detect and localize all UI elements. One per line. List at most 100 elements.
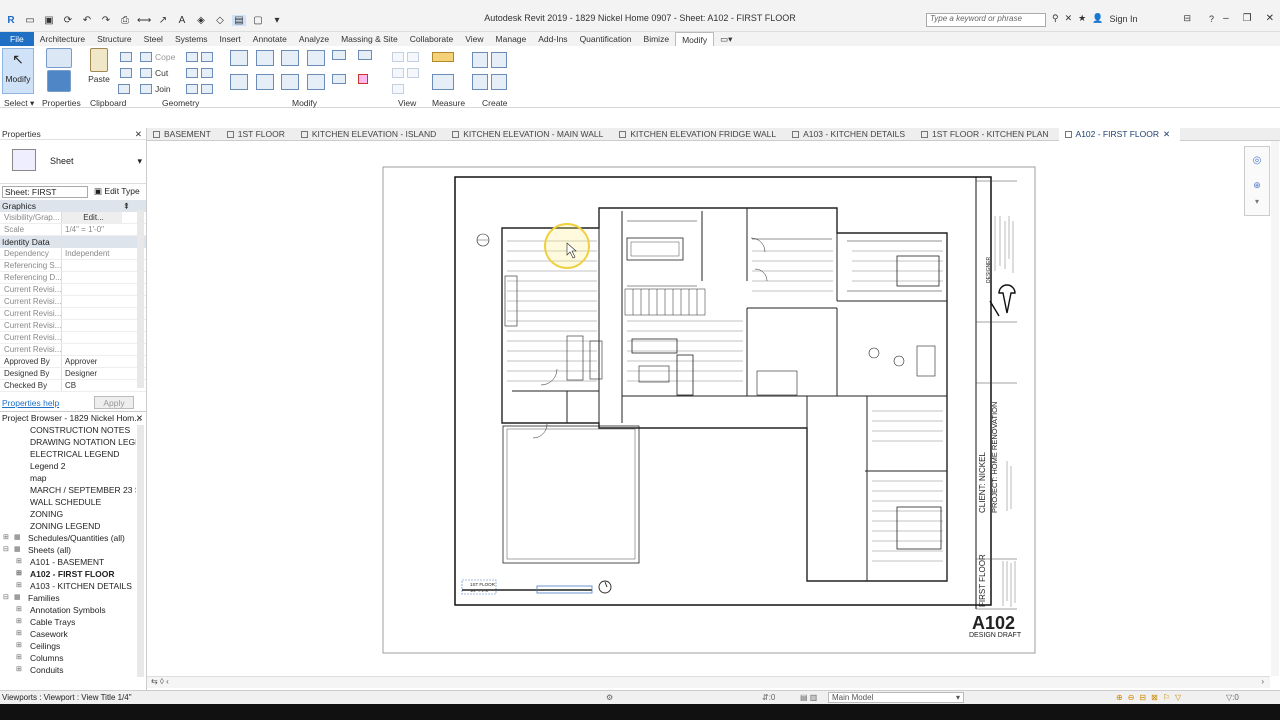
tab-systems[interactable]: Systems (169, 32, 214, 46)
property-row[interactable]: Current Revisi... (0, 320, 146, 332)
binoculars-icon[interactable]: ⚲ (1052, 13, 1059, 24)
type-dropdown-icon[interactable]: ▾ (137, 156, 142, 167)
expand-icon[interactable]: ⊞ (16, 652, 22, 664)
create-parts-icon[interactable] (472, 74, 507, 90)
tab-quantification[interactable]: Quantification (574, 32, 638, 46)
property-row[interactable]: Dependency Independent (0, 248, 146, 260)
browser-item[interactable]: ⊞ Conduits (0, 664, 136, 676)
close-browser-icon[interactable]: ✕ (136, 412, 143, 424)
view-tab[interactable]: A102 - FIRST FLOOR ✕ (1058, 127, 1181, 141)
align-icon[interactable] (230, 50, 248, 66)
browser-item[interactable]: ⊞ Ceilings (0, 640, 136, 652)
tab-collaborate[interactable]: Collaborate (404, 32, 459, 46)
modify-button[interactable]: ↖ Modify (2, 48, 34, 94)
browser-item[interactable]: ⊞ Cable Trays (0, 616, 136, 628)
scroll-right-icon[interactable]: › (1261, 677, 1264, 686)
sign-in-link[interactable]: Sign In (1109, 14, 1137, 24)
cut-button[interactable]: Cut (140, 68, 168, 78)
tab-bimize[interactable]: Bimize (638, 32, 676, 46)
select-dropdown[interactable]: Select ▾ (4, 98, 34, 109)
browser-item[interactable]: ⊞ A103 - KITCHEN DETAILS (0, 580, 136, 592)
tab-add-ins[interactable]: Add-Ins (532, 32, 573, 46)
paint-icon[interactable] (186, 84, 213, 94)
offset-icon[interactable] (255, 50, 274, 66)
filter-count-icon[interactable]: ⇵:0 (762, 691, 775, 705)
expand-icon[interactable]: ⊞ (16, 556, 22, 568)
tab-annotate[interactable]: Annotate (247, 32, 293, 46)
browser-item[interactable]: ⊞ Annotation Symbols (0, 604, 136, 616)
property-row[interactable]: Approved By Approver (0, 356, 146, 368)
browser-item[interactable]: ⊞ A101 - BASEMENT (0, 556, 136, 568)
rotate-icon[interactable] (281, 73, 299, 90)
expand-icon[interactable]: ⊞ (16, 664, 22, 676)
delete-icon[interactable] (357, 73, 368, 84)
property-row[interactable]: Current Revisi... (0, 308, 146, 320)
view-tab[interactable]: KITCHEN ELEVATION - ISLAND (295, 128, 446, 141)
worksharing-icon[interactable]: ⚙ (606, 691, 613, 705)
collapse-tree-icon[interactable]: ⊟ (3, 592, 9, 604)
property-row[interactable]: Current Revisi... (0, 296, 146, 308)
browser-item[interactable]: ⊞ ▦ Schedules/Quantities (all) (0, 532, 136, 544)
browser-scrollbar[interactable] (137, 425, 144, 677)
cart-icon[interactable]: ⊟ (1183, 13, 1191, 24)
view-control-icon[interactable]: ⇆ ◊ ‹ (151, 677, 169, 686)
property-row[interactable]: Referencing S... (0, 260, 146, 272)
view-tab[interactable]: 1ST FLOOR - KITCHEN PLAN (915, 128, 1059, 141)
graphics-section[interactable]: Graphics ⇞ (0, 200, 146, 212)
help-icon[interactable]: ? (1209, 14, 1214, 24)
steering-wheel-icon[interactable]: ◎ (1245, 155, 1269, 166)
viewport-title[interactable]: 1ST FLOOR (470, 582, 496, 587)
edit-visibility-button[interactable]: Edit... (62, 212, 122, 223)
browser-item[interactable]: map (0, 472, 136, 484)
create-assembly-icon[interactable] (472, 52, 507, 68)
browser-item[interactable]: WALL SCHEDULE (0, 496, 136, 508)
view-tab[interactable]: 1ST FLOOR (221, 128, 295, 141)
mirror-axis-icon[interactable] (281, 50, 299, 66)
property-row[interactable]: Checked By CB (0, 380, 146, 392)
properties-scrollbar[interactable] (137, 210, 144, 388)
collapse-tree-icon[interactable]: ⊟ (3, 544, 9, 556)
filter-icon[interactable]: ▽:0 (1226, 691, 1239, 705)
view-tab[interactable]: KITCHEN ELEVATION FRIDGE WALL (613, 128, 786, 141)
restore-icon[interactable]: ❐ (1243, 13, 1252, 24)
expand-icon[interactable]: ⊞ (16, 568, 22, 580)
measure-tool-icon[interactable] (432, 52, 454, 62)
canvas-vertical-scrollbar[interactable] (1271, 141, 1279, 676)
view-tab[interactable]: KITCHEN ELEVATION - MAIN WALL (446, 128, 613, 141)
view-tab[interactable]: A103 - KITCHEN DETAILS (786, 128, 915, 141)
search-input[interactable]: Type a keyword or phrase (926, 13, 1046, 27)
view-tab[interactable]: BASEMENT (147, 128, 221, 141)
navigation-bar[interactable]: ◎ ⊕ ▾ (1244, 146, 1270, 216)
nav-menu-icon[interactable]: ▾ (1245, 197, 1269, 206)
copy-element-icon[interactable] (332, 50, 346, 60)
split-face-icon[interactable] (186, 68, 213, 78)
tab-massing-site[interactable]: Massing & Site (335, 32, 404, 46)
property-row[interactable]: Scale 1/4" = 1'-0" (0, 224, 146, 236)
scale-icon[interactable] (357, 50, 372, 60)
design-options-dropdown[interactable]: Main Model ▾ (828, 692, 964, 703)
copy-move-icon[interactable] (255, 73, 274, 90)
edit-type-button[interactable]: ▣ Edit Type (94, 186, 140, 197)
tab-file[interactable]: File (0, 32, 34, 46)
trim-icon[interactable] (306, 73, 325, 90)
tab-steel[interactable]: Steel (138, 32, 169, 46)
instance-filter-dropdown[interactable]: Sheet: FIRST FLOOR▾ (2, 186, 88, 208)
paste-button[interactable]: Paste (86, 48, 112, 84)
property-row[interactable]: Visibility/Grap... Edit... (0, 212, 146, 224)
close-icon[interactable]: ✕ (1266, 13, 1274, 24)
join-button[interactable]: Join (140, 84, 171, 94)
wall-joins-icon[interactable] (186, 52, 213, 62)
properties-button[interactable] (42, 48, 76, 94)
tab-architecture[interactable]: Architecture (34, 32, 91, 46)
match-type-icon[interactable] (118, 84, 130, 94)
tab-modify[interactable]: Modify (675, 32, 715, 46)
expand-icon[interactable]: ⊞ (16, 640, 22, 652)
browser-item[interactable]: ZONING (0, 508, 136, 520)
type-selector[interactable]: Sheet ▾ (0, 140, 146, 184)
browser-item[interactable]: CONSTRUCTION NOTES (0, 424, 136, 436)
identity-data-section[interactable]: Identity Data (0, 236, 146, 248)
move-icon[interactable] (230, 73, 248, 90)
canvas-horizontal-scrollbar[interactable]: ⇆ ◊ ‹ › (147, 676, 1270, 688)
expand-icon[interactable]: ⊞ (16, 628, 22, 640)
expand-icon[interactable]: ⊞ (16, 604, 22, 616)
